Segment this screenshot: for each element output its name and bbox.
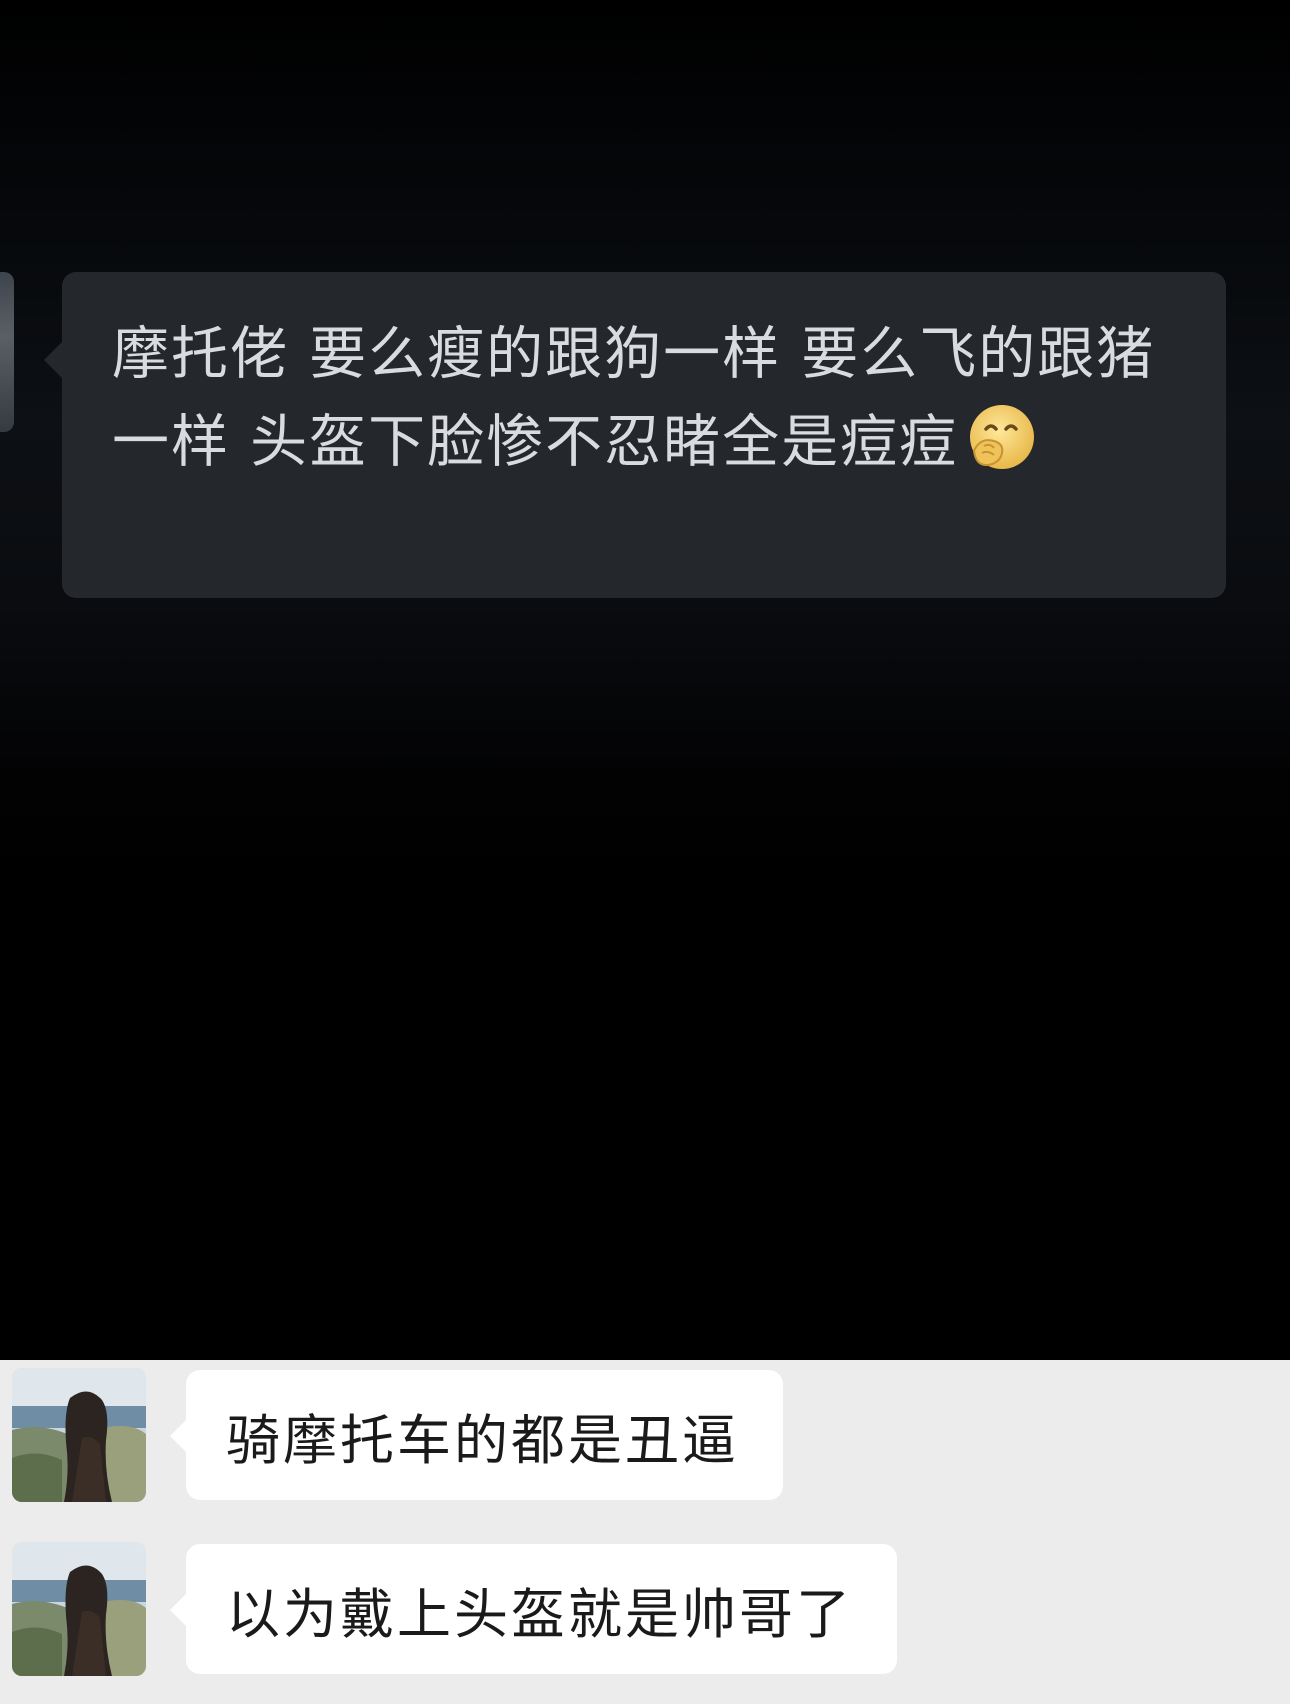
message-bubble[interactable]: 骑摩托车的都是丑逼 xyxy=(170,1370,783,1500)
woman-seaside-avatar-icon xyxy=(12,1542,146,1676)
partial-avatar[interactable] xyxy=(0,272,14,432)
chat-message-row: 骑摩托车的都是丑逼 xyxy=(0,1360,1290,1502)
message-text: 骑摩托车的都是丑逼 xyxy=(226,1408,739,1472)
chat-message-row: 以为戴上头盔就是帅哥了 xyxy=(0,1534,1290,1676)
smiling-hand-over-mouth-emoji-icon xyxy=(970,405,1035,469)
avatar[interactable] xyxy=(12,1368,146,1502)
woman-seaside-avatar-icon xyxy=(12,1368,146,1502)
light-chat-panel: 骑摩托车的都是丑逼 以为戴上头盔就是帅哥了 xyxy=(0,1360,1290,1704)
dark-chat-panel: 摩托佬 要么瘦的跟狗一样 要么飞的跟猪一样 头盔下脸惨不忍睹全是痘痘 xyxy=(0,0,1290,1360)
message-bubble-dark[interactable]: 摩托佬 要么瘦的跟狗一样 要么飞的跟猪一样 头盔下脸惨不忍睹全是痘痘 xyxy=(44,272,1226,598)
message-text: 以为戴上头盔就是帅哥了 xyxy=(226,1582,853,1646)
avatar[interactable] xyxy=(12,1542,146,1676)
message-bubble[interactable]: 以为戴上头盔就是帅哥了 xyxy=(170,1544,897,1674)
chat-screenshot: 摩托佬 要么瘦的跟狗一样 要么飞的跟猪一样 头盔下脸惨不忍睹全是痘痘 骑摩托车的… xyxy=(0,0,1290,1704)
message-text-wrap: 摩托佬 要么瘦的跟狗一样 要么飞的跟猪一样 头盔下脸惨不忍睹全是痘痘 xyxy=(112,310,1174,486)
